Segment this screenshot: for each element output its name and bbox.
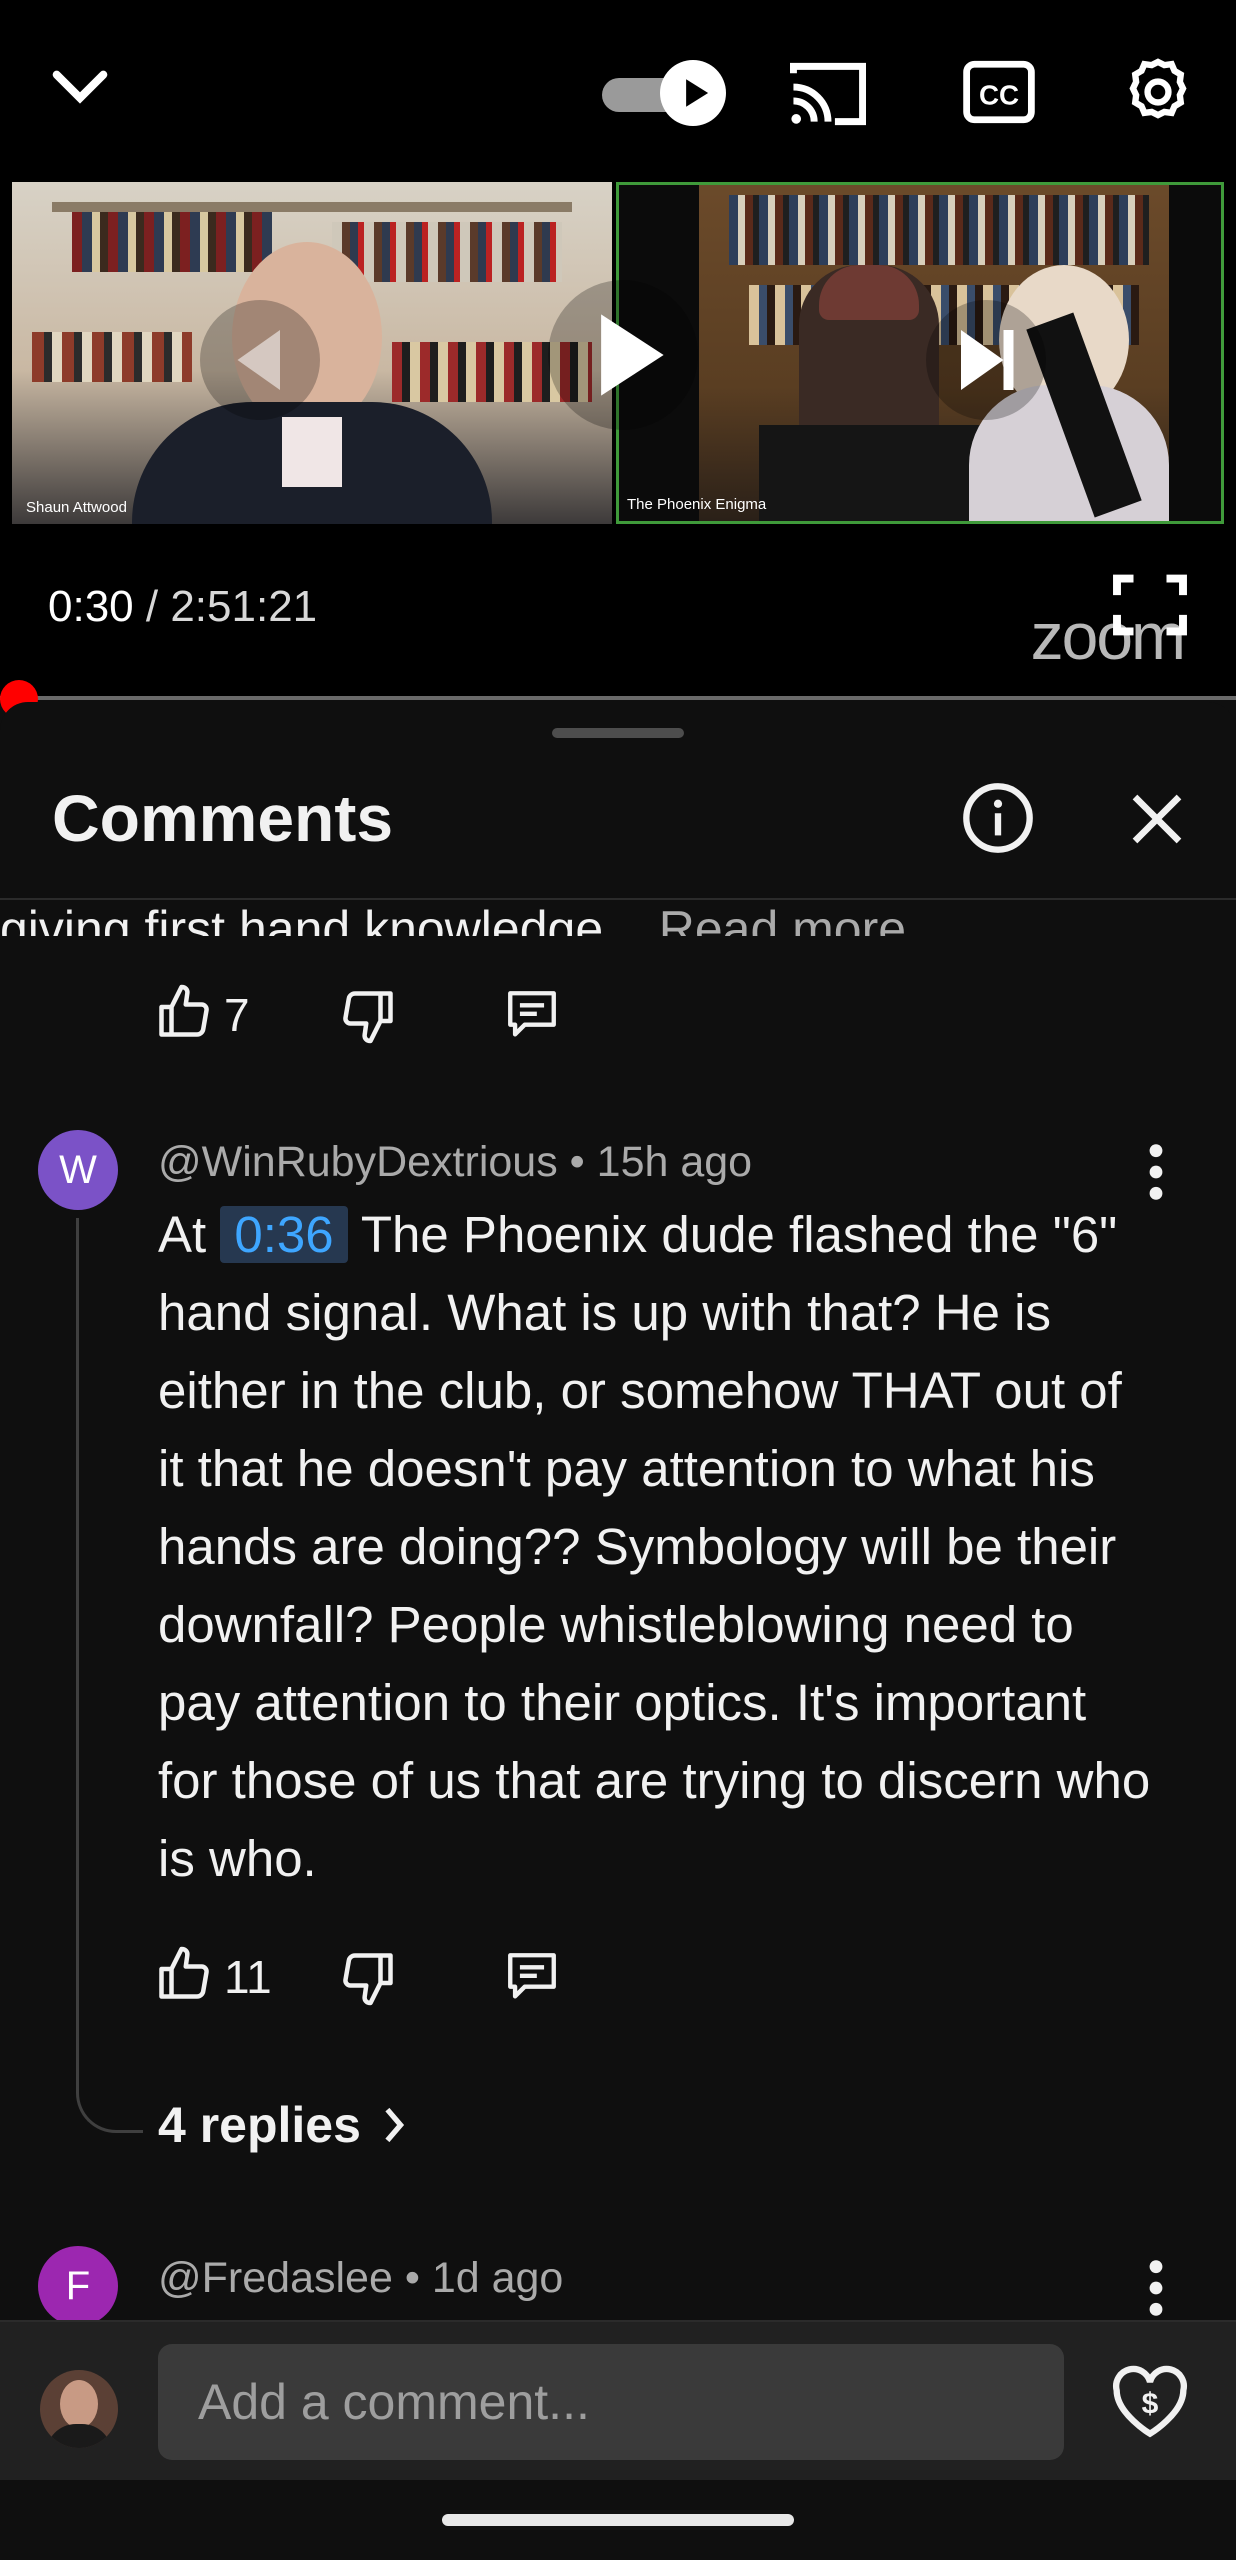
thumbs-up-icon [159,1946,209,1999]
duration: 2:51:21 [170,582,318,631]
like-count: 7 [224,989,250,1041]
like-button[interactable] [154,1944,214,2004]
thumbs-up-icon [159,984,209,1037]
previous-icon [237,330,280,390]
current-time: 0:30 [48,582,134,631]
comment-author[interactable]: @WinRubyDextrious [158,1138,558,1186]
autoplay-toggle[interactable] [602,60,726,126]
autoplay-toggle-icon [660,60,726,126]
read-more-link[interactable]: Read more [659,901,906,936]
time-separator: / [133,582,171,631]
avatar[interactable]: F [38,2246,118,2326]
user-avatar[interactable] [40,2370,118,2448]
more-options-icon[interactable] [1140,2256,1172,2320]
comment-text: At 0:36 The Phoenix dude flashed the "6"… [158,1196,1158,1898]
thumbs-down-icon [343,1953,393,2006]
comment-meta: @WinRubyDextrious • 15h ago [158,1138,753,1186]
previous-button[interactable] [200,300,320,420]
prev-comment-cutoff: giving first hand knowledge... Read more [0,900,1236,936]
dislike-button[interactable] [338,986,398,1046]
view-replies-button[interactable]: 4 replies [158,2096,409,2154]
video-player[interactable]: CC Shaun Attwood The Phoenix Enigma 0:30… [0,0,1236,700]
comment-text-after: The Phoenix dude flashed the "6" hand si… [158,1206,1151,1887]
comment-time: 1d ago [431,2254,564,2302]
play-icon [601,314,664,396]
fullscreen-icon[interactable] [1110,572,1190,638]
comment-meta: @Fredaslee • 1d ago [158,2254,564,2302]
comment-input[interactable]: Add a comment... [158,2344,1064,2460]
super-thanks-icon[interactable]: $ [1110,2364,1190,2440]
reply-button[interactable] [502,1948,562,2006]
progress-bar[interactable] [0,696,1236,700]
header-divider [0,898,1236,900]
thread-line [76,1218,143,2133]
timestamp-link[interactable]: 0:36 [220,1206,348,1263]
svg-text:$: $ [1142,2388,1159,2421]
reply-button[interactable] [502,986,562,1044]
video-tile-right: The Phoenix Enigma [616,182,1224,524]
close-icon[interactable] [1124,786,1190,852]
avatar[interactable]: W [38,1130,118,1210]
next-icon [961,330,1014,390]
like-count: 11 [224,1951,272,2003]
time-display: 0:30 / 2:51:21 [48,582,317,632]
info-icon[interactable] [960,780,1036,856]
chevron-down-icon[interactable] [40,48,120,128]
home-indicator[interactable] [442,2514,794,2526]
prev-comment-text: giving first hand knowledge... [0,901,645,936]
like-button[interactable] [154,982,214,1042]
reply-icon [508,1953,556,1999]
dislike-button[interactable] [338,1948,398,2008]
captions-icon[interactable]: CC [962,58,1036,126]
composer-divider [0,2320,1236,2322]
speaker-label: Shaun Attwood [26,499,127,516]
thumbs-down-icon [343,991,393,1044]
chevron-right-icon [385,2107,404,2143]
more-options-icon[interactable] [1140,1140,1172,1204]
replies-label: 4 replies [158,2097,361,2153]
sheet-title: Comments [52,781,394,855]
comment-text-before: At [158,1206,207,1263]
drag-handle[interactable] [552,728,684,738]
comment-author[interactable]: @Fredaslee [158,2254,393,2302]
comment-time: 15h ago [596,1138,753,1186]
next-button[interactable] [926,300,1046,420]
svg-text:CC: CC [979,79,1019,110]
reply-icon [508,991,556,1037]
settings-icon[interactable] [1120,52,1196,132]
speaker-label: The Phoenix Enigma [627,496,767,513]
play-button[interactable] [548,280,698,430]
cast-icon[interactable] [786,56,870,132]
